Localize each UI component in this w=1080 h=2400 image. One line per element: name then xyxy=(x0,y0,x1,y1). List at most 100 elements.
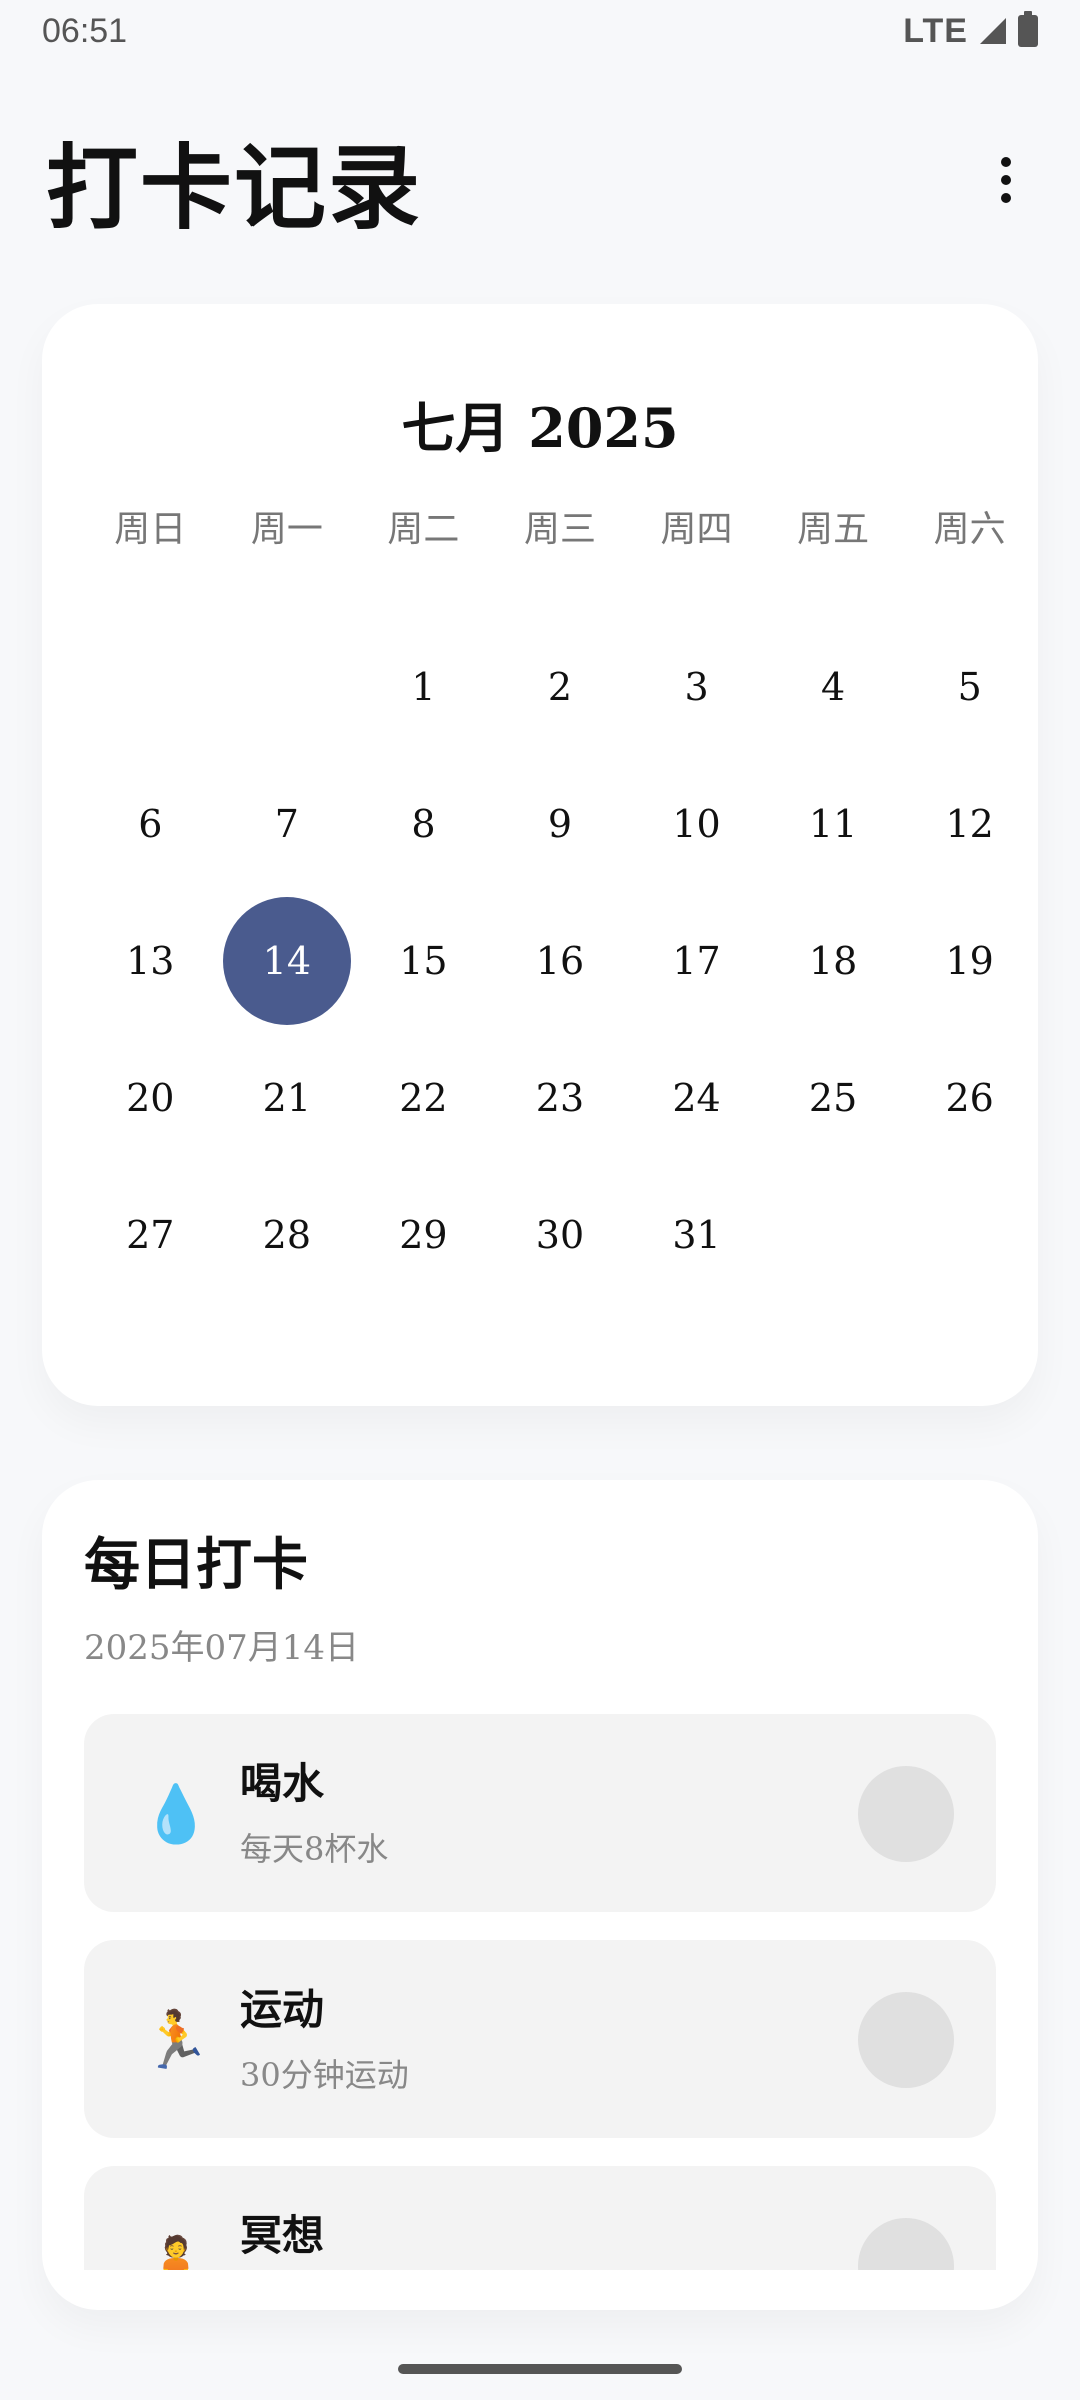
calendar-day[interactable]: 8 xyxy=(355,755,492,892)
calendar-day[interactable]: 12 xyxy=(901,755,1038,892)
day-number: 2 xyxy=(547,664,573,709)
day-number: 27 xyxy=(126,1212,175,1257)
weekday-label: 周日 xyxy=(114,509,187,550)
more-options-button[interactable] xyxy=(976,135,1036,225)
calendar-day[interactable]: 30 xyxy=(492,1166,629,1303)
calendar-day[interactable]: 25 xyxy=(765,1029,902,1166)
day-number: 18 xyxy=(808,938,858,983)
day-number: 23 xyxy=(535,1075,585,1120)
calendar-day[interactable]: 18 xyxy=(765,892,902,1029)
network-type: LTE xyxy=(903,11,968,50)
habit-name: 喝水 xyxy=(240,1759,325,1808)
water-drop-icon: 💧 xyxy=(141,1782,211,1847)
day-number: 19 xyxy=(945,938,994,983)
checkin-toggle[interactable] xyxy=(858,1992,954,2088)
calendar-day[interactable]: 10 xyxy=(628,755,765,892)
weekday-label: 周五 xyxy=(797,509,870,550)
month-label: 七月 2025 xyxy=(401,396,679,460)
calendar-day[interactable]: 3 xyxy=(628,618,765,755)
habit-description: 30分钟运动 xyxy=(240,2056,409,2094)
habit-description: 每天8杯水 xyxy=(240,1830,389,1868)
calendar-day[interactable]: 2 xyxy=(492,618,629,755)
day-number: 14 xyxy=(222,896,351,1025)
calendar-day[interactable]: 22 xyxy=(355,1029,492,1166)
day-number: 15 xyxy=(399,938,448,983)
day-number: 6 xyxy=(138,801,163,846)
day-number: 29 xyxy=(399,1212,448,1257)
app-header: 打卡记录 xyxy=(0,100,1080,260)
calendar-day[interactable]: 13 xyxy=(82,892,219,1029)
weekday-label: 周一 xyxy=(250,509,323,550)
day-number: 17 xyxy=(672,938,721,983)
signal-icon xyxy=(980,18,1006,44)
day-number: 26 xyxy=(945,1075,994,1120)
status-time: 06:51 xyxy=(42,11,128,50)
calendar-day[interactable]: 28 xyxy=(219,1166,356,1303)
calendar-day[interactable]: 7 xyxy=(219,755,356,892)
day-number: 13 xyxy=(126,938,175,983)
day-number: 4 xyxy=(821,664,846,709)
day-number: 5 xyxy=(957,664,982,709)
weekday-label: 周六 xyxy=(933,509,1006,550)
day-number: 25 xyxy=(808,1075,858,1120)
calendar-card: 七月 2025 周日 周一 周二 周三 周四 周五 周六 1 2 3 4 5 6 7 8 9 10 11 12 13… xyxy=(42,304,1038,1406)
calendar-day[interactable]: 20 xyxy=(82,1029,219,1166)
habit-item[interactable]: 🧘 冥想 xyxy=(84,2166,996,2270)
day-number: 24 xyxy=(672,1075,721,1120)
day-number: 22 xyxy=(399,1075,448,1120)
day-number: 20 xyxy=(126,1075,175,1120)
weekday-label: 周三 xyxy=(523,509,596,550)
gesture-navigation-handle[interactable] xyxy=(398,2364,682,2374)
calendar-day[interactable]: 29 xyxy=(355,1166,492,1303)
empty-day-cell xyxy=(765,1166,902,1303)
day-number: 3 xyxy=(684,664,709,709)
day-number: 21 xyxy=(262,1075,312,1120)
status-icons: LTE xyxy=(903,11,1038,51)
calendar-day-selected[interactable]: 14 xyxy=(219,892,356,1029)
checkin-toggle[interactable] xyxy=(858,1766,954,1862)
page-title: 打卡记录 xyxy=(46,133,423,242)
weekday-label: 周四 xyxy=(660,509,733,550)
checkin-date: 2025年07月14日 xyxy=(84,1628,360,1668)
calendar-day[interactable]: 17 xyxy=(628,892,765,1029)
day-number: 30 xyxy=(535,1212,585,1257)
day-number: 12 xyxy=(945,801,994,846)
day-number: 1 xyxy=(411,664,436,709)
empty-day-cell xyxy=(82,618,219,755)
calendar-day[interactable]: 21 xyxy=(219,1029,356,1166)
habit-name: 运动 xyxy=(240,1985,325,2034)
meditation-icon: 🧘 xyxy=(141,2234,211,2270)
calendar-day[interactable]: 23 xyxy=(492,1029,629,1166)
daily-checkin-card: 每日打卡 2025年07月14日 💧 喝水每天8杯水 🏃 运动 30分钟运动 🧘 冥想 xyxy=(42,1480,1038,2310)
weekday-label: 周二 xyxy=(387,509,460,550)
calendar-day[interactable]: 11 xyxy=(765,755,902,892)
day-number: 10 xyxy=(672,801,721,846)
checkin-title: 每日打卡 xyxy=(84,1532,308,1598)
calendar-day[interactable]: 5 xyxy=(901,618,1038,755)
day-number: 31 xyxy=(672,1212,721,1257)
calendar-day[interactable]: 4 xyxy=(765,618,902,755)
habit-item[interactable]: 🏃 运动 30分钟运动 xyxy=(84,1940,996,2138)
calendar-grid: 1 2 3 4 5 6 7 8 9 10 11 12 13 14 15 16 17 18 19 20 21 22 23 24 2… xyxy=(82,618,1038,1303)
calendar-day[interactable]: 26 xyxy=(901,1029,1038,1166)
day-number: 11 xyxy=(808,801,858,846)
empty-day-cell xyxy=(901,1166,1038,1303)
calendar-day[interactable]: 16 xyxy=(492,892,629,1029)
running-icon: 🏃 xyxy=(141,2008,211,2073)
calendar-day[interactable]: 31 xyxy=(628,1166,765,1303)
calendar-day[interactable]: 6 xyxy=(82,755,219,892)
habit-list: 💧 喝水每天8杯水 🏃 运动 30分钟运动 🧘 冥想 xyxy=(84,1714,996,2270)
calendar-day[interactable]: 27 xyxy=(82,1166,219,1303)
calendar-day[interactable]: 1 xyxy=(355,618,492,755)
day-number: 7 xyxy=(274,801,299,846)
calendar-day[interactable]: 9 xyxy=(492,755,629,892)
calendar-day[interactable]: 15 xyxy=(355,892,492,1029)
checkin-toggle[interactable] xyxy=(858,2218,954,2270)
calendar-day[interactable]: 19 xyxy=(901,892,1038,1029)
habit-name: 冥想 xyxy=(240,2211,325,2260)
empty-day-cell xyxy=(219,618,356,755)
habit-item[interactable]: 💧 喝水每天8杯水 xyxy=(84,1714,996,1912)
more-vert-icon xyxy=(1001,157,1011,167)
weekday-header: 周日 周一 周二 周三 周四 周五 周六 xyxy=(82,500,1038,552)
calendar-day[interactable]: 24 xyxy=(628,1029,765,1166)
